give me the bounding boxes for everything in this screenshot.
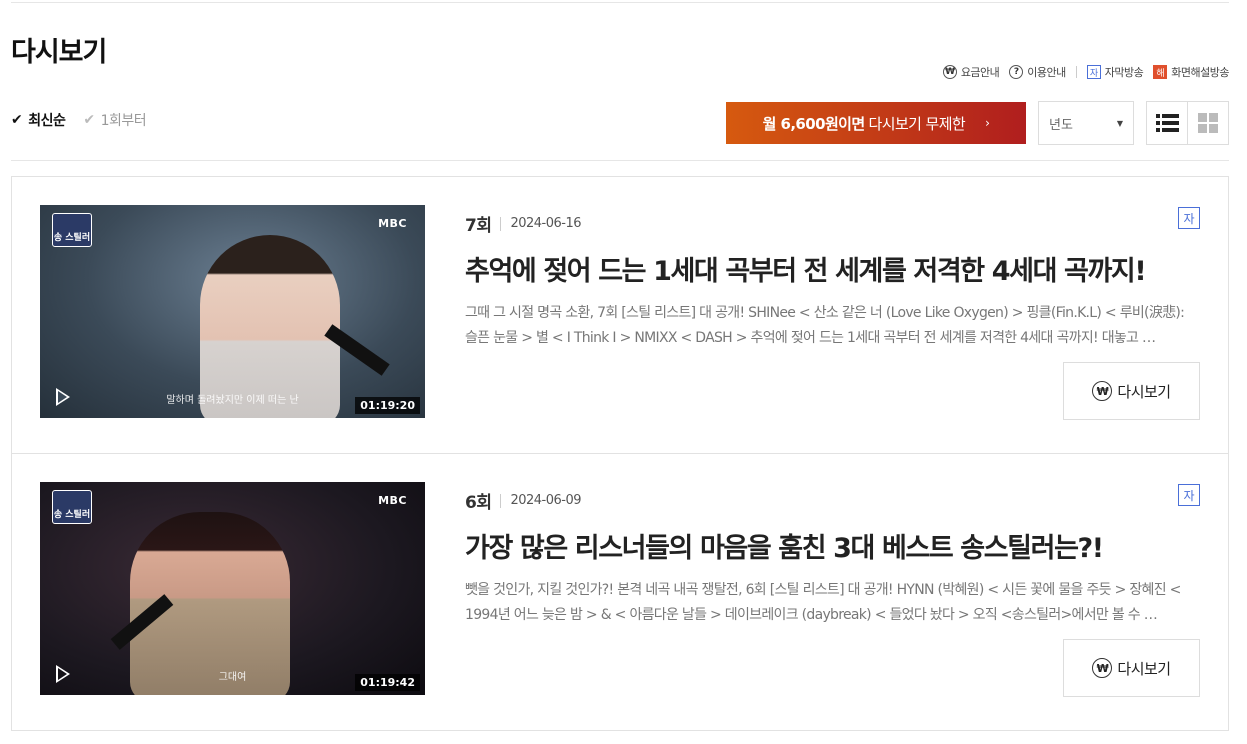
check-icon: ✔	[83, 112, 95, 128]
grid-icon	[1198, 113, 1218, 133]
won-circle-icon: ₩	[942, 65, 957, 79]
watch-replay-button[interactable]: ₩ 다시보기	[1063, 362, 1200, 420]
subtitle-badge-icon: 자	[1178, 484, 1200, 506]
year-select[interactable]: 년도 ▼	[1038, 101, 1134, 145]
channel-logo: MBC	[378, 217, 407, 230]
sort-from-first-label: 1회부터	[100, 113, 147, 129]
episode-date: 2024-06-16	[510, 216, 582, 231]
episode-title[interactable]: 추억에 젖어 드는 1세대 곡부터 전 세계를 저격한 4세대 곡까지!	[465, 249, 1147, 288]
channel-logo: MBC	[378, 494, 407, 507]
description-legend: 해 화면해설방송	[1153, 64, 1229, 80]
pricing-link[interactable]: ₩ 요금안내	[942, 64, 1000, 80]
help-links: ₩ 요금안내 ? 이용안내 자 자막방송 해 화면해설방송	[942, 64, 1229, 80]
subtitle-badge-icon: 자	[1178, 207, 1200, 229]
duration-badge: 01:19:42	[355, 674, 420, 691]
subtitle-badge-icon: 자	[1086, 65, 1101, 79]
duration-badge: 01:19:20	[355, 397, 420, 414]
episode-description: 뺏을 것인가, 지킬 것인가?! 본격 네곡 내곡 쟁탈전, 6회 [스틸 리스…	[465, 582, 1181, 623]
episode-meta: 7회 2024-06-16	[465, 211, 582, 236]
episode-date: 2024-06-09	[510, 493, 582, 508]
episode-thumbnail[interactable]: 송 스틸러 MBC 말하며 돌려놨지만 이제 떠는 난 01:19:20	[40, 205, 425, 418]
chevron-right-icon: ›	[985, 116, 990, 130]
list-view-button[interactable]	[1147, 102, 1187, 144]
help-links-separator	[1075, 66, 1077, 78]
promo-text: 다시보기 무제한	[868, 114, 966, 133]
episode-number: 6회	[465, 493, 492, 513]
show-logo: 송 스틸러	[52, 213, 92, 247]
episode-item: 송 스틸러 MBC 말하며 돌려놨지만 이제 떠는 난 01:19:20 7회 …	[12, 177, 1228, 454]
description-legend-label: 화면해설방송	[1171, 66, 1229, 79]
sort-options: ✔ 최신순 ✔ 1회부터	[11, 110, 147, 130]
sort-newest[interactable]: ✔ 최신순	[11, 110, 66, 130]
sort-from-first[interactable]: ✔ 1회부터	[83, 110, 146, 130]
usage-guide-link[interactable]: ? 이용안내	[1009, 64, 1066, 80]
episode-number: 7회	[465, 216, 492, 236]
question-circle-icon: ?	[1009, 65, 1024, 79]
episode-item: 송 스틸러 MBC 그대여 01:19:42 6회 2024-06-09 자 가…	[12, 454, 1228, 731]
toolbar-divider	[11, 160, 1229, 161]
page-title: 다시보기	[11, 37, 107, 68]
episode-thumbnail[interactable]: 송 스틸러 MBC 그대여 01:19:42	[40, 482, 425, 695]
episode-title[interactable]: 가장 많은 리스너들의 마음을 훔친 3대 베스트 송스틸러는?!	[465, 526, 1104, 565]
subtitle-legend-label: 자막방송	[1104, 66, 1144, 79]
won-circle-icon: ₩	[1092, 658, 1113, 678]
top-divider	[11, 2, 1229, 3]
watch-replay-label: 다시보기	[1117, 382, 1171, 401]
watch-replay-label: 다시보기	[1117, 659, 1171, 678]
year-select-value: 년도	[1049, 117, 1073, 133]
check-icon: ✔	[11, 112, 23, 128]
description-badge-icon: 해	[1153, 65, 1168, 79]
caret-down-icon: ▼	[1116, 118, 1123, 128]
promo-price: 월 6,600원이면	[762, 114, 865, 133]
episode-description: 그때 그 시절 명곡 소환, 7회 [스틸 리스트] 대 공개! SHINee …	[465, 305, 1185, 346]
usage-guide-link-label: 이용안내	[1027, 66, 1066, 79]
sort-newest-label: 최신순	[28, 113, 66, 129]
pricing-link-label: 요금안내	[960, 66, 1000, 79]
watch-replay-button[interactable]: ₩ 다시보기	[1063, 639, 1200, 697]
won-circle-icon: ₩	[1092, 381, 1113, 401]
grid-view-button[interactable]	[1187, 102, 1228, 144]
subtitle-legend: 자 자막방송	[1086, 64, 1144, 80]
episode-list: 송 스틸러 MBC 말하며 돌려놨지만 이제 떠는 난 01:19:20 7회 …	[11, 176, 1229, 731]
episode-meta: 6회 2024-06-09	[465, 488, 582, 513]
unlimited-promo-button[interactable]: 월 6,600원이면 다시보기 무제한 ›	[726, 102, 1026, 144]
show-logo: 송 스틸러	[52, 490, 92, 524]
view-toggle	[1146, 101, 1229, 145]
list-icon	[1155, 114, 1179, 132]
